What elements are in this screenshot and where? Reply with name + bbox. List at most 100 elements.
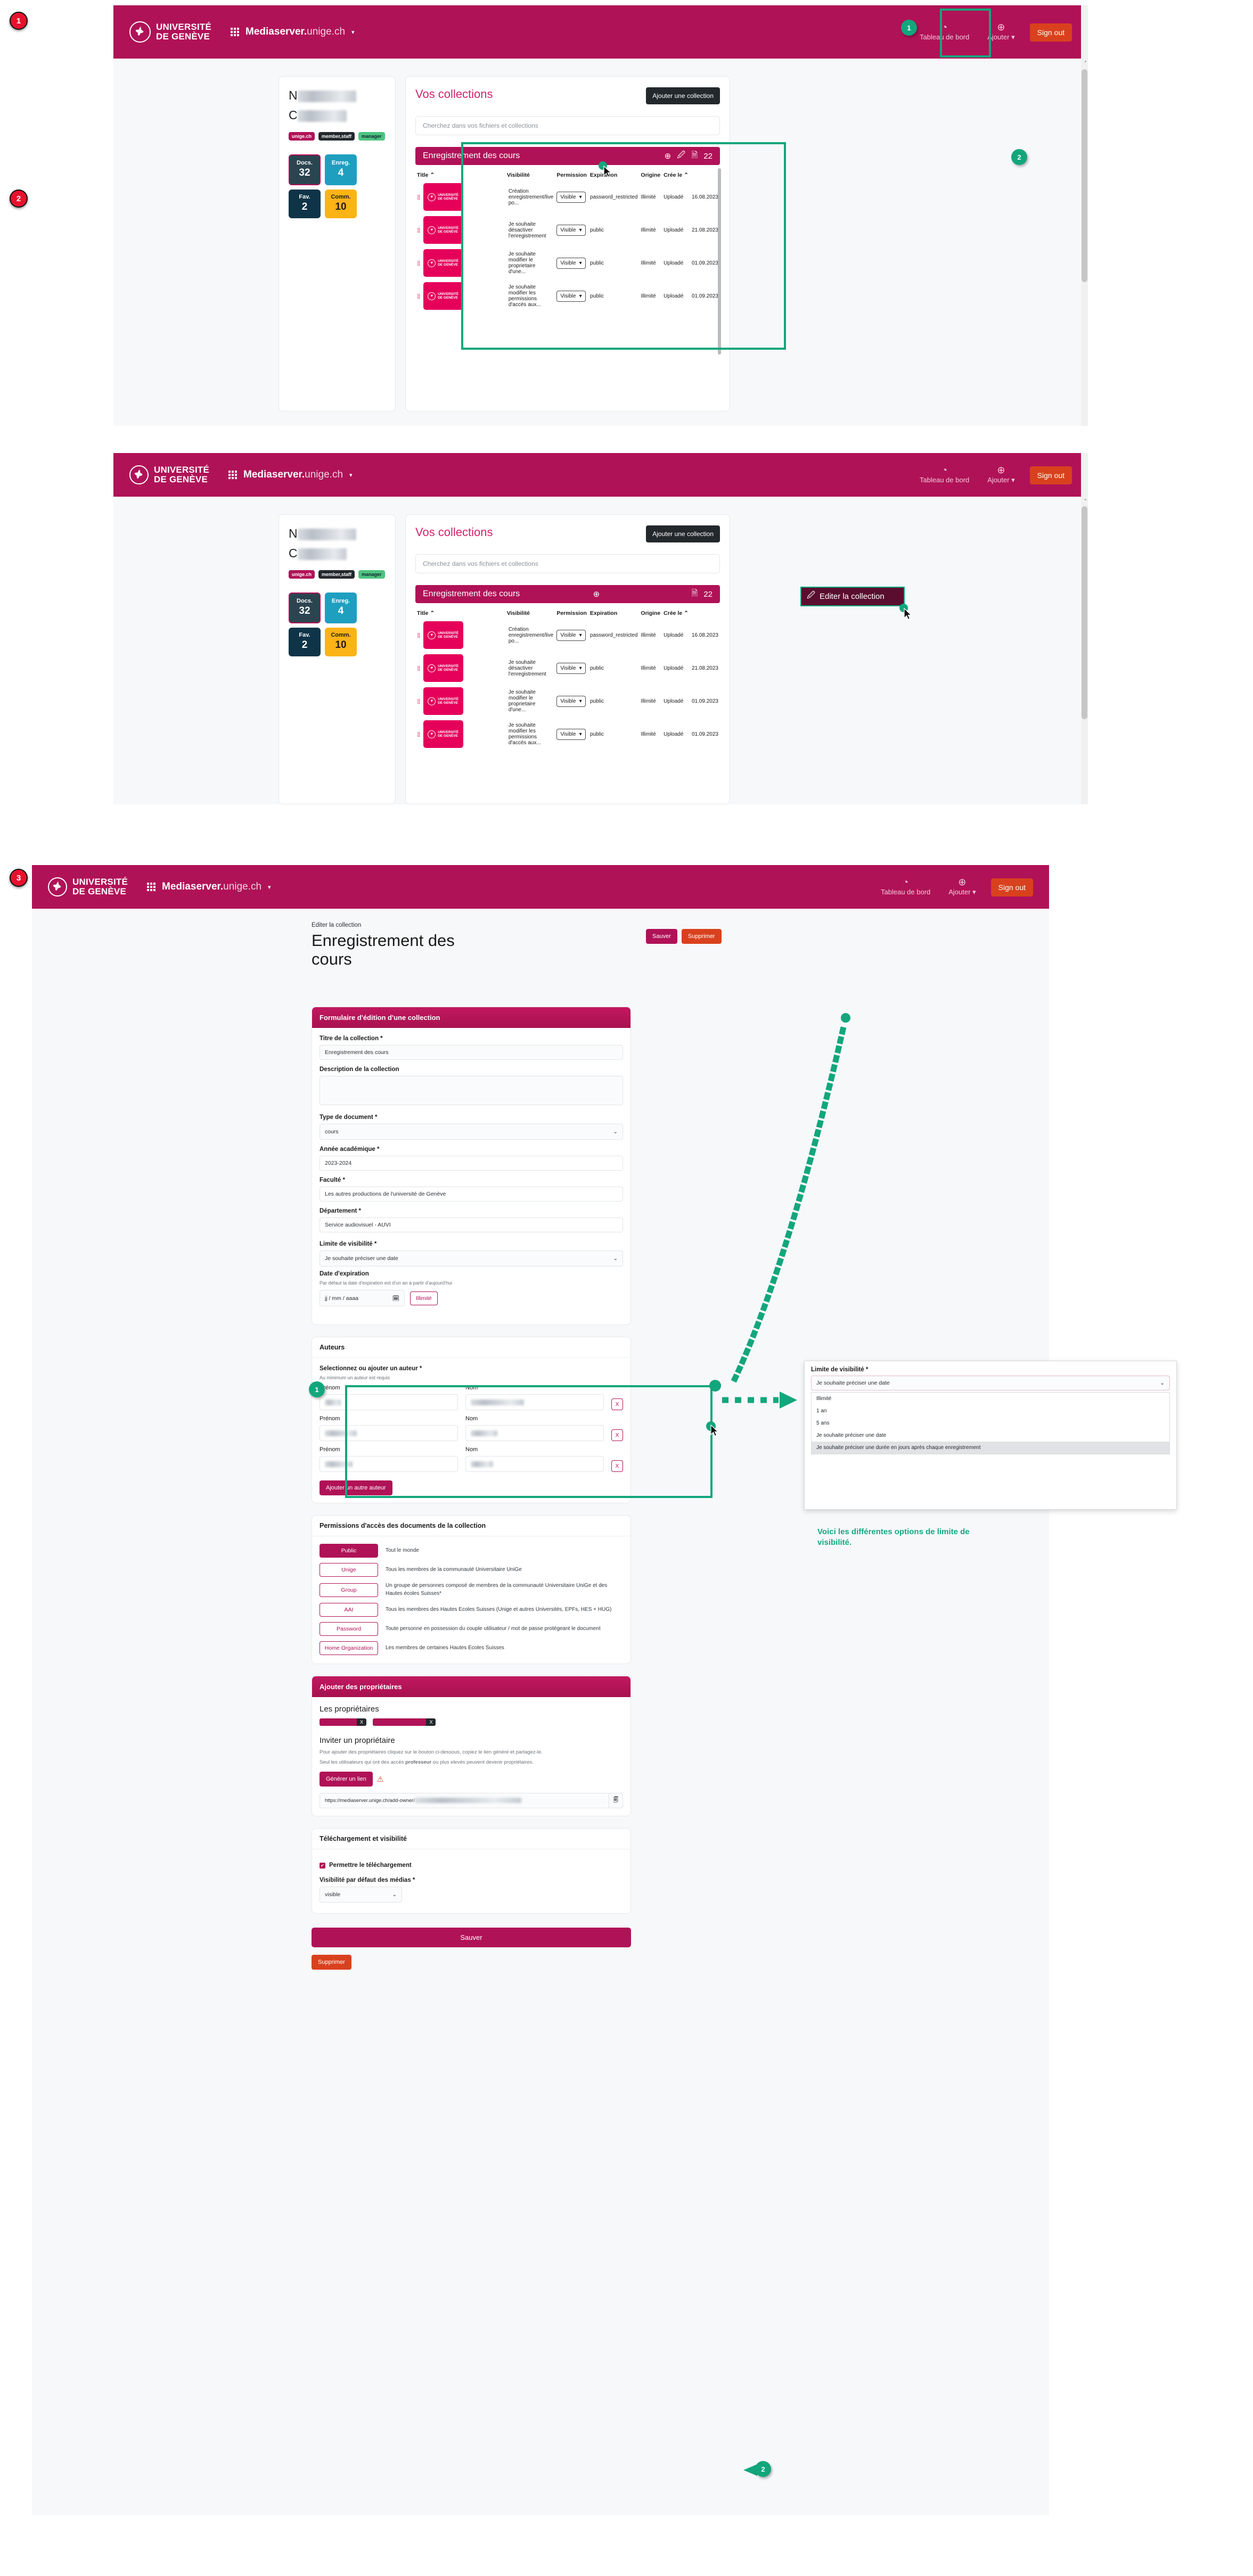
- drag-handle-icon[interactable]: ⣿: [417, 293, 421, 298]
- col-origin[interactable]: Origine: [639, 170, 662, 180]
- permission-button-group[interactable]: Group: [320, 1583, 378, 1597]
- scroll-up-arrow-icon[interactable]: ⌃: [1083, 60, 1087, 66]
- download-checkbox[interactable]: ✔: [320, 1862, 325, 1869]
- visibility-select[interactable]: Visible ▾: [556, 290, 586, 302]
- nav-add-2[interactable]: ⊕ Ajouter ▾: [984, 463, 1018, 487]
- col-created[interactable]: Crée le ⌃: [662, 608, 690, 619]
- stat-comm[interactable]: Comm. 10: [325, 628, 357, 656]
- stat-fav[interactable]: Fav. 2: [289, 628, 321, 656]
- search-box-2[interactable]: Cherchez dans vos fichiers et collection…: [415, 554, 720, 573]
- author-last-input[interactable]: [465, 1394, 604, 1410]
- add-author-button[interactable]: Ajouter un autre auteur: [320, 1480, 392, 1495]
- search-box-1[interactable]: Cherchez dans vos fichiers et collection…: [415, 116, 720, 135]
- description-textarea[interactable]: [320, 1076, 623, 1105]
- drag-handle-icon[interactable]: ⣿: [417, 698, 421, 703]
- owner-chip-remove[interactable]: X: [357, 1718, 367, 1726]
- author-first-input[interactable]: [320, 1425, 458, 1441]
- clipboard-copy-icon[interactable]: 🗐: [609, 1793, 623, 1808]
- invite-link-value[interactable]: https://mediaserver.unige.ch/add-owner/: [320, 1793, 609, 1808]
- visibility-limit-select[interactable]: Je souhaite préciser une date ⌄: [320, 1250, 623, 1266]
- author-first-input[interactable]: [320, 1456, 458, 1472]
- unige-logo-2[interactable]: UNIVERSITÉ DE GENÈVE: [129, 465, 209, 484]
- generate-link-button[interactable]: Générer un lien: [320, 1772, 373, 1787]
- table-row[interactable]: ⣿ UNIVERSITÉ DE GENÈVE Je souhaite désact…: [415, 652, 720, 685]
- edit-collection-tooltip[interactable]: 🖉 Editer la collection: [801, 588, 904, 605]
- permission-button-aai[interactable]: AAI: [320, 1603, 378, 1617]
- table-row[interactable]: ⣿ UNIVERSITÉ DE GENÈVE Création enregistr…: [415, 619, 720, 652]
- brand-chevron-down-icon[interactable]: ▾: [268, 884, 271, 891]
- signout-button-1[interactable]: Sign out: [1029, 23, 1072, 42]
- delete-button-bottom[interactable]: Supprimer: [312, 1955, 351, 1970]
- apps-grid-icon[interactable]: [231, 28, 240, 36]
- dropdown-option-illimite[interactable]: Illimité: [812, 1393, 1169, 1405]
- drag-handle-icon[interactable]: ⣿: [417, 731, 421, 736]
- table-row[interactable]: ⣿ UNIVERSITÉ DE GENÈVE Je souhaite désact…: [415, 213, 720, 246]
- app-brand-2[interactable]: Mediaserver.unige.ch: [243, 469, 343, 481]
- col-title[interactable]: Title ⌃: [415, 608, 505, 619]
- visibility-select[interactable]: Visible ▾: [556, 257, 586, 269]
- page-scrollbar-2[interactable]: ⌃: [1081, 453, 1088, 804]
- scroll-thumb-2[interactable]: [1082, 506, 1087, 719]
- brand-chevron-down-icon[interactable]: ▾: [349, 472, 353, 479]
- nav-dashboard-3[interactable]: ◔ Tableau de bord: [878, 875, 933, 899]
- signout-button-2[interactable]: Sign out: [1029, 466, 1072, 484]
- scroll-thumb-1[interactable]: [1082, 69, 1087, 282]
- author-first-input[interactable]: [320, 1394, 458, 1410]
- nav-dashboard-2[interactable]: ◔ Tableau de bord: [916, 463, 972, 487]
- download-checkbox-row[interactable]: ✔ Permettre le téléchargement: [320, 1862, 623, 1869]
- dropdown-option-5ans[interactable]: 5 ans: [812, 1417, 1169, 1429]
- col-created[interactable]: Crée le ⌃: [662, 170, 690, 180]
- department-input[interactable]: [320, 1217, 623, 1232]
- drag-handle-icon[interactable]: ⣿: [417, 632, 421, 637]
- app-brand[interactable]: Mediaserver.unige.ch: [245, 26, 345, 38]
- author-last-input[interactable]: [465, 1456, 604, 1472]
- illimite-button[interactable]: Illimité: [410, 1291, 438, 1305]
- stat-docs[interactable]: Docs. 32: [289, 592, 321, 623]
- nav-dashboard-1[interactable]: ◔ Tableau de bord: [916, 20, 972, 44]
- col-permission[interactable]: Permission: [555, 170, 588, 180]
- inner-scrollbar-1[interactable]: [718, 168, 721, 355]
- permission-button-public[interactable]: Public: [320, 1544, 378, 1558]
- col-visibility[interactable]: Visibilité: [505, 170, 555, 180]
- visibility-select[interactable]: Visible ▾: [556, 695, 586, 707]
- stat-comm[interactable]: Comm. 10: [325, 190, 357, 218]
- edit-pencil-icon[interactable]: 🖉: [677, 150, 685, 163]
- remove-author-button[interactable]: X: [611, 1429, 623, 1441]
- dropdown-option-duree-jours[interactable]: Je souhaite préciser une durée en jours …: [812, 1442, 1169, 1454]
- col-title[interactable]: Title ⌃: [415, 170, 505, 180]
- delete-button-top[interactable]: Supprimer: [681, 929, 722, 944]
- plus-circle-icon[interactable]: ⊕: [665, 151, 671, 161]
- signout-button-3[interactable]: Sign out: [990, 878, 1033, 896]
- unige-logo-3[interactable]: UNIVERSITÉ DE GENÈVE: [48, 877, 128, 896]
- app-brand-3[interactable]: Mediaserver.unige.ch: [162, 881, 261, 893]
- drag-handle-icon[interactable]: ⣿: [417, 260, 421, 265]
- remove-author-button[interactable]: X: [611, 1398, 623, 1410]
- col-origin[interactable]: Origine: [639, 608, 662, 619]
- drag-handle-icon[interactable]: ⣿: [417, 227, 421, 232]
- stat-enreg[interactable]: Enreg. 4: [325, 154, 357, 185]
- table-row[interactable]: ⣿ UNIVERSITÉ DE GENÈVE Je souhaite modifi…: [415, 685, 720, 718]
- col-visibility[interactable]: Visibilité: [505, 608, 555, 619]
- col-expiration[interactable]: Expiration: [588, 608, 639, 619]
- table-row[interactable]: ⣿ UNIVERSITÉ DE GENÈVE Je souhaite modifi…: [415, 246, 720, 279]
- default-visibility-select[interactable]: visible ⌄: [320, 1887, 402, 1903]
- dropdown-option-preciser-date[interactable]: Je souhaite préciser une date: [812, 1429, 1169, 1442]
- col-expiration[interactable]: Expiration: [588, 170, 639, 180]
- brand-chevron-down-icon[interactable]: ▾: [351, 29, 355, 36]
- permission-button-password[interactable]: Password: [320, 1622, 378, 1636]
- breadcrumb[interactable]: Editer la collection: [312, 922, 631, 928]
- stat-fav[interactable]: Fav. 2: [289, 190, 321, 218]
- nav-add-3[interactable]: ⊕ Ajouter ▾: [945, 875, 979, 899]
- visibility-select[interactable]: Visible ▾: [556, 224, 586, 236]
- scroll-up-arrow-icon[interactable]: ⌃: [1083, 498, 1087, 504]
- table-row[interactable]: ⣿ UNIVERSITÉ DE GENÈVE Je souhaite modifi…: [415, 718, 720, 751]
- col-permission[interactable]: Permission: [555, 608, 588, 619]
- stat-docs[interactable]: Docs. 32: [289, 154, 321, 185]
- stat-enreg[interactable]: Enreg. 4: [325, 592, 357, 623]
- title-input[interactable]: [320, 1045, 623, 1060]
- plus-circle-icon[interactable]: ⊕: [593, 589, 600, 599]
- faculty-input[interactable]: [320, 1187, 623, 1201]
- table-row[interactable]: ⣿ UNIVERSITÉ DE GENÈVE Je souhaite modifi…: [415, 279, 720, 312]
- dropdown-option-1an[interactable]: 1 an: [812, 1405, 1169, 1417]
- expiration-date-input[interactable]: jj / mm / aaaa 🗓: [320, 1290, 405, 1306]
